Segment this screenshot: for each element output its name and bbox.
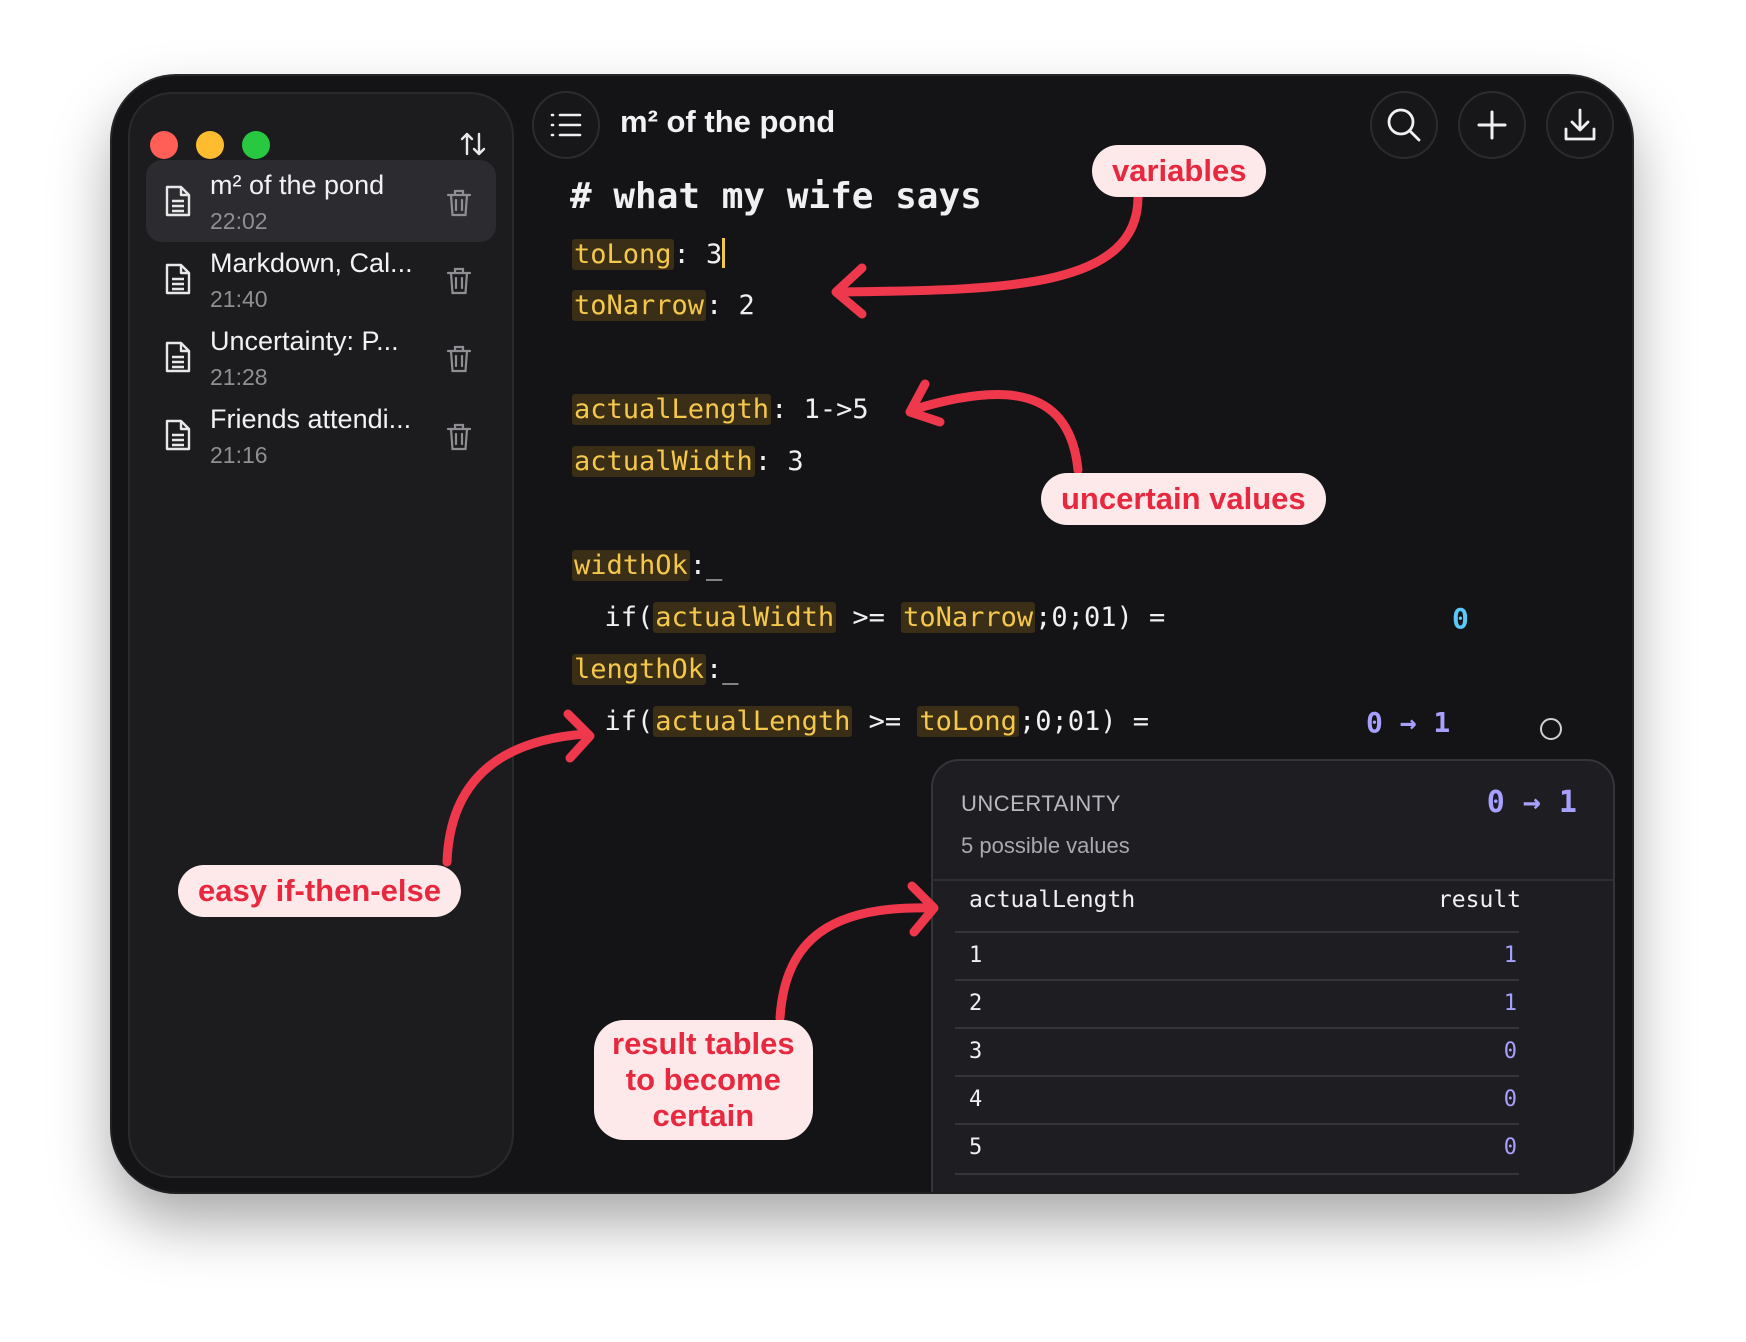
zoom-window-button[interactable]: [242, 131, 270, 159]
table-cell: 1: [1503, 943, 1517, 968]
document-icon: [165, 341, 191, 373]
variable-token: toNarrow: [901, 602, 1036, 633]
sort-arrows-icon[interactable]: [455, 126, 491, 162]
table-row: 3 0: [955, 1027, 1519, 1077]
variable-token: widthOk: [572, 550, 690, 581]
list-icon: [550, 113, 582, 137]
code-line-toNarrow[interactable]: toNarrow: 2: [572, 290, 755, 321]
note-time: 21:40: [210, 286, 268, 312]
table-cell: 0: [1503, 1087, 1517, 1112]
code-text: : 2: [706, 290, 755, 321]
note-time: 21:28: [210, 364, 268, 390]
minimize-window-button[interactable]: [196, 131, 224, 159]
variable-token: actualLength: [653, 706, 853, 737]
annotation-line: result tables: [612, 1026, 795, 1061]
variable-token: lengthOk: [572, 654, 707, 685]
code-text: if(: [572, 706, 654, 737]
code-line-actualLength[interactable]: actualLength: 1->5: [572, 394, 869, 425]
variable-token: actualLength: [572, 394, 772, 425]
variable-token: toNarrow: [572, 290, 707, 321]
table-cell: 1: [1503, 991, 1517, 1016]
variable-token: toLong: [572, 239, 674, 270]
table-row: 1 1: [955, 931, 1519, 981]
document-icon: [165, 185, 191, 217]
plus-icon: [1477, 110, 1507, 140]
close-window-button[interactable]: [150, 131, 178, 159]
table-header-result: result: [1437, 887, 1521, 913]
table-row: 2 1: [955, 979, 1519, 1029]
document-icon: [165, 419, 191, 451]
code-line-lengthOk[interactable]: lengthOk:_: [572, 654, 739, 685]
note-item[interactable]: Markdown, Cal... 21:40: [146, 238, 496, 320]
code-line-if-length[interactable]: if(actualLength >= toLong;0;01) =: [572, 706, 1149, 737]
annotation-result-tables: result tables to become certain: [594, 1020, 813, 1140]
code-text: ;0;01) =: [1018, 706, 1149, 737]
code-text: :_: [706, 654, 739, 685]
annotation-variables: variables: [1092, 145, 1267, 197]
code-line-actualWidth[interactable]: actualWidth: 3: [572, 446, 804, 477]
table-cell: 2: [969, 991, 983, 1016]
table-cell: 0: [1503, 1135, 1517, 1160]
note-title: Uncertainty: P...: [210, 326, 399, 356]
table-cell: 3: [969, 1039, 983, 1064]
code-text: :_: [689, 550, 723, 581]
document-icon: [165, 263, 191, 295]
note-item[interactable]: Friends attendi... 21:16: [146, 394, 496, 476]
trash-icon[interactable]: [446, 188, 472, 218]
variable-token: actualWidth: [572, 446, 755, 477]
trash-icon[interactable]: [446, 266, 472, 296]
annotation-line: to become: [625, 1062, 781, 1097]
add-note-button[interactable]: [1458, 91, 1526, 159]
note-time: 21:16: [210, 442, 268, 468]
text-caret: [722, 238, 726, 268]
note-item[interactable]: Uncertainty: P... 21:28: [146, 316, 496, 398]
popover-subtitle: 5 possible values: [961, 833, 1130, 858]
note-title: Markdown, Cal...: [210, 248, 413, 278]
download-icon: [1564, 108, 1596, 141]
uncertainty-popover: UNCERTAINTY 0 → 1 5 possible values actu…: [931, 759, 1615, 1192]
code-text: if(: [572, 602, 654, 633]
popover-range: 0 → 1: [1486, 785, 1577, 820]
search-button[interactable]: [1370, 91, 1438, 159]
table-header-actualLength: actualLength: [969, 887, 1136, 913]
divider: [933, 879, 1613, 881]
code-text: >=: [836, 602, 902, 633]
annotation-uncertain-values: uncertain values: [1041, 473, 1326, 525]
variable-token: actualWidth: [653, 602, 837, 633]
sidebar: m² of the pond 22:02 Markdown, Cal... 21…: [128, 92, 514, 1178]
annotation-if-then-else: easy if-then-else: [178, 865, 461, 917]
note-title: Friends attendi...: [210, 404, 412, 434]
code-text: : 3: [673, 239, 723, 270]
search-icon: [1387, 108, 1421, 142]
code-line-if-width[interactable]: if(actualWidth >= toNarrow;0;01) =: [572, 602, 1165, 633]
pin-circle-icon[interactable]: [1540, 718, 1562, 740]
code-text: ;0;01) =: [1035, 602, 1166, 633]
note-title: m² of the pond: [210, 170, 385, 200]
app-window: m² of the pond 22:02 Markdown, Cal... 21…: [112, 76, 1632, 1192]
table-row: 4 0: [955, 1075, 1519, 1125]
code-text: >=: [852, 706, 918, 737]
table-cell: 1: [969, 943, 983, 968]
code-line-toLong[interactable]: toLong: 3: [572, 238, 726, 270]
table-cell: 5: [969, 1135, 983, 1160]
trash-icon[interactable]: [446, 344, 472, 374]
note-time: 22:02: [210, 208, 268, 234]
trash-icon[interactable]: [446, 422, 472, 452]
menu-button[interactable]: [532, 91, 600, 159]
document-title: m² of the pond: [620, 104, 836, 139]
variable-token: toLong: [917, 706, 1019, 737]
export-button[interactable]: [1546, 91, 1614, 159]
result-value-lengthOk[interactable]: 0 → 1: [1366, 706, 1450, 739]
note-item[interactable]: m² of the pond 22:02: [146, 160, 496, 242]
table-row: 5 0: [955, 1123, 1519, 1175]
result-value-widthOk[interactable]: 0: [1452, 602, 1469, 635]
popover-heading: UNCERTAINTY: [961, 791, 1121, 816]
table-cell: 4: [969, 1087, 983, 1112]
code-text: : 3: [754, 446, 804, 477]
code-text: : 1->5: [771, 394, 869, 425]
table-cell: 0: [1503, 1039, 1517, 1064]
code-line-widthOk[interactable]: widthOk:_: [572, 550, 722, 581]
markdown-heading[interactable]: # what my wife says: [570, 176, 982, 217]
annotation-line: certain: [652, 1098, 755, 1133]
